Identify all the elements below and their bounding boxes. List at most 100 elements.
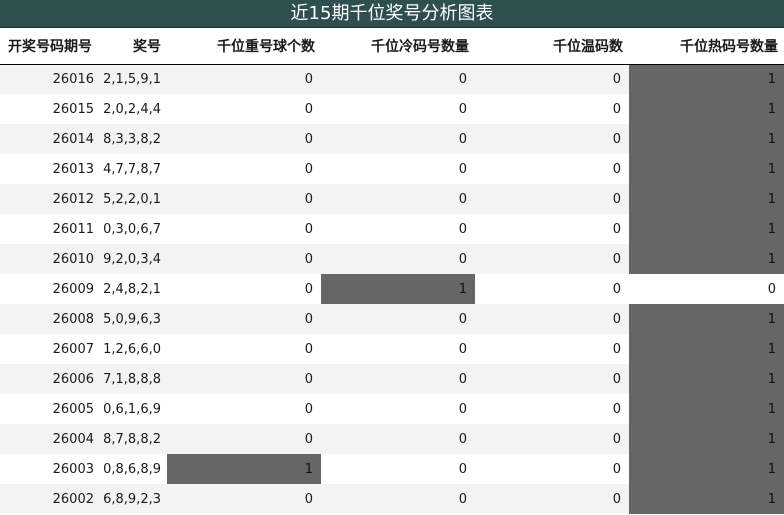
cell-hot-count: 1 <box>629 454 784 484</box>
cell-cold-count: 0 <box>321 124 475 154</box>
cell-warm-count: 0 <box>475 304 629 334</box>
table-body: 26016 2,1,5,9,1 0 0 0 1 26015 2,0,2,4,4 0 0 0 1 2601… <box>0 64 784 514</box>
cell-cold-count: 1 <box>321 274 475 304</box>
cell-hot-count: 1 <box>629 484 784 514</box>
cell-hot-count: 1 <box>629 364 784 394</box>
column-header-issue: 开奖号码期号 <box>0 28 100 65</box>
cell-issue: 26008 <box>0 304 100 334</box>
cell-cold-count: 0 <box>321 304 475 334</box>
cell-numbers: 2,4,8,2,1 <box>100 274 167 304</box>
cell-numbers: 8,7,8,8,2 <box>100 424 167 454</box>
cell-issue: 26009 <box>0 274 100 304</box>
table-row: 26002 6,8,9,2,3 0 0 0 1 <box>0 484 784 514</box>
cell-repeat-count: 0 <box>167 154 321 184</box>
table-row: 26003 0,8,6,8,9 1 0 0 1 <box>0 454 784 484</box>
table-row: 26006 7,1,8,8,8 0 0 0 1 <box>0 364 784 394</box>
cell-repeat-count: 0 <box>167 334 321 364</box>
cell-hot-count: 1 <box>629 94 784 124</box>
column-header-hot-count: 千位热码号数量 <box>629 28 784 65</box>
cell-repeat-count: 0 <box>167 64 321 94</box>
cell-cold-count: 0 <box>321 454 475 484</box>
cell-warm-count: 0 <box>475 274 629 304</box>
cell-repeat-count: 0 <box>167 274 321 304</box>
column-header-cold-count: 千位冷码号数量 <box>321 28 475 65</box>
cell-numbers: 7,1,8,8,8 <box>100 364 167 394</box>
cell-cold-count: 0 <box>321 214 475 244</box>
cell-numbers: 4,7,7,8,7 <box>100 154 167 184</box>
cell-repeat-count: 0 <box>167 484 321 514</box>
column-header-repeat-count: 千位重号球个数 <box>167 28 321 65</box>
table-row: 26011 0,3,0,6,7 0 0 0 1 <box>0 214 784 244</box>
cell-warm-count: 0 <box>475 484 629 514</box>
cell-issue: 26003 <box>0 454 100 484</box>
cell-cold-count: 0 <box>321 184 475 214</box>
cell-cold-count: 0 <box>321 424 475 454</box>
cell-cold-count: 0 <box>321 244 475 274</box>
cell-cold-count: 0 <box>321 484 475 514</box>
cell-repeat-count: 0 <box>167 364 321 394</box>
cell-issue: 26004 <box>0 424 100 454</box>
cell-issue: 26002 <box>0 484 100 514</box>
cell-hot-count: 1 <box>629 64 784 94</box>
cell-hot-count: 1 <box>629 304 784 334</box>
cell-issue: 26013 <box>0 154 100 184</box>
cell-repeat-count: 0 <box>167 424 321 454</box>
cell-warm-count: 0 <box>475 184 629 214</box>
column-header-warm-count: 千位温码数 <box>475 28 629 65</box>
cell-hot-count: 1 <box>629 124 784 154</box>
table-row: 26009 2,4,8,2,1 0 1 0 0 <box>0 274 784 304</box>
cell-issue: 26012 <box>0 184 100 214</box>
cell-numbers: 0,6,1,6,9 <box>100 394 167 424</box>
cell-issue: 26007 <box>0 334 100 364</box>
cell-cold-count: 0 <box>321 94 475 124</box>
cell-hot-count: 1 <box>629 154 784 184</box>
cell-issue: 26010 <box>0 244 100 274</box>
table-row: 26012 5,2,2,0,1 0 0 0 1 <box>0 184 784 214</box>
cell-cold-count: 0 <box>321 334 475 364</box>
cell-cold-count: 0 <box>321 364 475 394</box>
cell-hot-count: 1 <box>629 244 784 274</box>
cell-numbers: 5,2,2,0,1 <box>100 184 167 214</box>
cell-repeat-count: 0 <box>167 304 321 334</box>
table-row: 26015 2,0,2,4,4 0 0 0 1 <box>0 94 784 124</box>
cell-numbers: 0,8,6,8,9 <box>100 454 167 484</box>
cell-issue: 26015 <box>0 94 100 124</box>
cell-hot-count: 1 <box>629 394 784 424</box>
cell-warm-count: 0 <box>475 394 629 424</box>
cell-repeat-count: 0 <box>167 214 321 244</box>
cell-repeat-count: 0 <box>167 184 321 214</box>
cell-warm-count: 0 <box>475 334 629 364</box>
cell-warm-count: 0 <box>475 214 629 244</box>
cell-hot-count: 1 <box>629 214 784 244</box>
cell-hot-count: 1 <box>629 184 784 214</box>
cell-warm-count: 0 <box>475 244 629 274</box>
cell-numbers: 8,3,3,8,2 <box>100 124 167 154</box>
cell-warm-count: 0 <box>475 454 629 484</box>
page-title: 近15期千位奖号分析图表 <box>0 0 784 28</box>
cell-hot-count: 1 <box>629 424 784 454</box>
cell-hot-count: 1 <box>629 334 784 364</box>
cell-issue: 26006 <box>0 364 100 394</box>
cell-warm-count: 0 <box>475 364 629 394</box>
table-row: 26010 9,2,0,3,4 0 0 0 1 <box>0 244 784 274</box>
cell-cold-count: 0 <box>321 154 475 184</box>
cell-numbers: 6,8,9,2,3 <box>100 484 167 514</box>
table-row: 26016 2,1,5,9,1 0 0 0 1 <box>0 64 784 94</box>
analysis-table: 开奖号码期号 奖号 千位重号球个数 千位冷码号数量 千位温码数 千位热码号数量 … <box>0 28 784 514</box>
cell-warm-count: 0 <box>475 64 629 94</box>
cell-repeat-count: 1 <box>167 454 321 484</box>
cell-issue: 26011 <box>0 214 100 244</box>
cell-repeat-count: 0 <box>167 94 321 124</box>
cell-issue: 26014 <box>0 124 100 154</box>
cell-repeat-count: 0 <box>167 124 321 154</box>
cell-numbers: 9,2,0,3,4 <box>100 244 167 274</box>
cell-issue: 26005 <box>0 394 100 424</box>
cell-numbers: 0,3,0,6,7 <box>100 214 167 244</box>
table-row: 26008 5,0,9,6,3 0 0 0 1 <box>0 304 784 334</box>
cell-numbers: 2,1,5,9,1 <box>100 64 167 94</box>
column-header-numbers: 奖号 <box>100 28 167 65</box>
table-row: 26007 1,2,6,6,0 0 0 0 1 <box>0 334 784 364</box>
cell-cold-count: 0 <box>321 64 475 94</box>
cell-warm-count: 0 <box>475 94 629 124</box>
cell-repeat-count: 0 <box>167 244 321 274</box>
